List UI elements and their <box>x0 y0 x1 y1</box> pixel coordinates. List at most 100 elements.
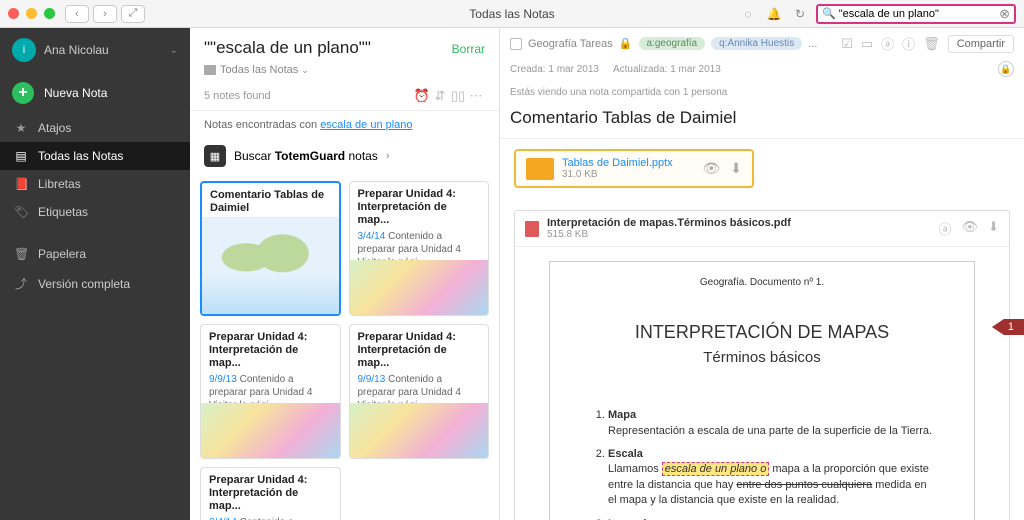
note-card-snippet: 3/4/14 Contenido a preparar para Unidad … <box>350 230 489 260</box>
trash-icon[interactable]: 🗑 <box>923 36 940 52</box>
tag-chip[interactable]: q:Annika Huestis <box>711 37 802 50</box>
sidebar-item-shortcuts[interactable]: ★ Atajos <box>0 114 190 142</box>
note-detail-pane: Geografía Tareas 🔒 a:geografía q:Annika … <box>500 28 1024 520</box>
note-card[interactable]: Comentario Tablas de Daimiel <box>200 181 341 316</box>
pdf-doc-header: Geografía. Documento nº 1. <box>590 276 934 290</box>
note-card-thumb <box>202 217 339 314</box>
note-card-title: Preparar Unidad 4: Interpretación de map… <box>350 182 489 230</box>
sync-icon[interactable]: ↻ <box>790 5 810 23</box>
share-button[interactable]: Compartir <box>948 35 1014 53</box>
reminders-icon[interactable]: ⏰ <box>413 88 431 104</box>
totemguard-icon: ▦ <box>204 145 226 167</box>
nav-forward-button[interactable]: › <box>93 5 117 23</box>
zoom-window-button[interactable] <box>44 8 55 19</box>
avatar: i <box>12 38 36 62</box>
notes-icon: ▤ <box>14 149 28 163</box>
sidebar-item-tags[interactable]: 🏷Etiquetas <box>0 198 190 226</box>
note-card-thumb <box>201 403 340 458</box>
note-card-title: Preparar Unidad 4: Interpretación de map… <box>350 325 489 373</box>
note-card[interactable]: Preparar Unidad 4: Interpretación de map… <box>200 467 341 520</box>
download-icon[interactable]: ⬇ <box>730 160 742 177</box>
view-toggle-icon[interactable]: ▯▯ <box>449 88 467 104</box>
new-note-button[interactable]: + Nueva Nota <box>0 72 190 114</box>
note-card-title: Preparar Unidad 4: Interpretación de map… <box>201 468 340 516</box>
profile-name: Ana Nicolau <box>44 43 162 57</box>
attachment-name: Tablas de Daimiel.pptx <box>562 157 673 169</box>
minimize-window-button[interactable] <box>26 8 37 19</box>
sidebar-item-label: Papelera <box>38 247 86 261</box>
search-icon: 🔍 <box>822 7 836 20</box>
created-date: Creada: 1 mar 2013 <box>510 64 599 75</box>
window-title: Todas las Notas <box>469 7 554 21</box>
preview-icon[interactable]: 👁 <box>702 160 720 177</box>
sidebar-item-all-notes[interactable]: ▤Todas las Notas <box>0 142 190 170</box>
book-icon: 📕 <box>14 177 28 191</box>
pdf-name: Interpretación de mapas.Términos básicos… <box>547 217 791 229</box>
annotate-icon[interactable]: ⓐ <box>881 34 894 53</box>
note-title[interactable]: Comentario Tablas de Daimiel <box>500 102 1024 138</box>
annotate-icon[interactable]: ⓐ <box>939 219 952 238</box>
lock-icon: 🔒 <box>619 37 633 50</box>
attachment-pdf: Interpretación de mapas.Términos básicos… <box>514 210 1010 520</box>
highlighted-match: escala de un plano o <box>662 462 770 476</box>
note-checkbox[interactable] <box>510 38 522 50</box>
expand-button[interactable]: ⤢ <box>121 5 145 23</box>
notebook-icon <box>204 65 216 75</box>
sidebar-item-notebooks[interactable]: 📕Libretas <box>0 170 190 198</box>
titlebar: ‹ › ⤢ Todas las Notas ◌ 🔔 ↻ 🔍 ⊗ <box>0 0 1024 28</box>
lock-circle-icon[interactable]: 🔒 <box>998 61 1014 77</box>
download-icon[interactable]: ⬇ <box>988 219 999 238</box>
note-card[interactable]: Preparar Unidad 4: Interpretación de map… <box>349 181 490 316</box>
updated-date: Actualizada: 1 mar 2013 <box>613 64 721 75</box>
chevron-down-icon: ⌄ <box>170 45 178 56</box>
attachment-size: 31.0 KB <box>562 169 673 180</box>
present-icon[interactable]: ▭ <box>861 36 873 52</box>
activity-icon[interactable]: ◌ <box>738 5 758 23</box>
tag-chip[interactable]: a:geografía <box>639 37 706 50</box>
info-icon[interactable]: ⓘ <box>902 34 915 53</box>
note-card-snippet: 3/4/14 Contenido a preparar para Unidad … <box>201 516 340 520</box>
attachment-pptx[interactable]: Tablas de Daimiel.pptx 31.0 KB 👁 ⬇ <box>514 149 754 188</box>
upgrade-icon: ⤴ <box>14 275 28 292</box>
sort-icon[interactable]: ⇵ <box>431 88 449 104</box>
search-input[interactable] <box>839 8 999 20</box>
sidebar-item-label: Atajos <box>38 121 71 135</box>
clear-search-icon[interactable]: ⊗ <box>999 6 1010 22</box>
note-body[interactable]: Tablas de Daimiel.pptx 31.0 KB 👁 ⬇ Inter… <box>500 139 1024 520</box>
close-window-button[interactable] <box>8 8 19 19</box>
search-external-row[interactable]: ▦ Buscar TotemGuard notas › <box>190 139 499 177</box>
note-card[interactable]: Preparar Unidad 4: Interpretación de map… <box>349 324 490 459</box>
pptx-icon <box>526 158 554 180</box>
note-card-title: Comentario Tablas de Daimiel <box>202 183 339 217</box>
search-term-link[interactable]: escala de un plano <box>320 119 412 131</box>
note-card-thumb <box>350 403 489 458</box>
pdf-preview[interactable]: Geografía. Documento nº 1. INTERPRETACIÓ… <box>515 247 1009 520</box>
notebook-name[interactable]: Geografía Tareas <box>528 38 613 50</box>
plus-icon: + <box>12 82 34 104</box>
shared-note-info: Estás viendo una nota compartida con 1 p… <box>500 83 1024 102</box>
account-switcher[interactable]: i Ana Nicolau ⌄ <box>0 28 190 72</box>
tag-overflow[interactable]: ... <box>808 38 817 50</box>
search-heading: ""escala de un plano"" <box>204 38 371 58</box>
new-note-label: Nueva Nota <box>44 86 107 100</box>
tag-icon: 🏷 <box>14 205 28 219</box>
note-card-grid: Comentario Tablas de Daimiel Preparar Un… <box>190 177 499 520</box>
global-search-box[interactable]: 🔍 ⊗ <box>816 4 1016 24</box>
sidebar-item-trash[interactable]: 🗑Papelera <box>0 240 190 268</box>
pdf-icon <box>525 221 539 237</box>
bell-icon[interactable]: 🔔 <box>764 5 784 23</box>
clear-search-button[interactable]: Borrar <box>452 42 485 56</box>
sidebar-item-upgrade[interactable]: ⤴Versión completa <box>0 268 190 299</box>
star-icon: ★ <box>14 121 28 135</box>
note-card[interactable]: Preparar Unidad 4: Interpretación de map… <box>200 324 341 459</box>
found-with-text: Notas encontradas con escala de un plano <box>190 111 499 139</box>
preview-icon[interactable]: 👁 <box>962 219 979 238</box>
pdf-doc-subtitle: Términos básicos <box>590 347 934 368</box>
pdf-doc-title: INTERPRETACIÓN DE MAPAS <box>590 320 934 345</box>
reminder-icon[interactable]: ☑ <box>841 36 853 52</box>
sidebar: i Ana Nicolau ⌄ + Nueva Nota ★ Atajos ▤To… <box>0 28 190 520</box>
notebook-crumb[interactable]: Todas las Notas⌄ <box>190 62 499 82</box>
more-icon[interactable]: ⋯ <box>467 88 485 104</box>
note-card-snippet: 9/9/13 Contenido a preparar para Unidad … <box>201 373 340 403</box>
nav-back-button[interactable]: ‹ <box>65 5 89 23</box>
